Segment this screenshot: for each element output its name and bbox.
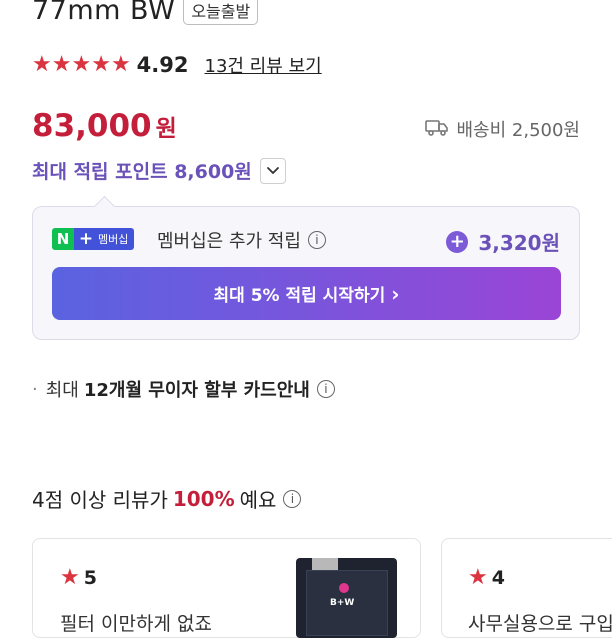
star-icon: ★ <box>32 52 52 77</box>
review-count-link[interactable]: 13건 리뷰 보기 <box>205 52 322 78</box>
rating-row: ★ ★ ★ ★ ★ 4.92 13건 리뷰 보기 <box>32 50 322 80</box>
chevron-right-icon: › <box>391 281 400 306</box>
review-card[interactable]: ★ 5 필터 이만하게 없죠 B+W <box>32 538 421 638</box>
summary-suffix: 예요 <box>239 488 277 512</box>
membership-points: + 3,320원 <box>446 227 560 256</box>
review-text: 사무실용으로 구입 <box>468 613 612 635</box>
review-summary: 4점 이상 리뷰가 100% 예요 i <box>32 484 302 513</box>
review-score-value: 5 <box>83 566 97 589</box>
installment-row: · 최대 12개월 무이자 할부 카드안내 i <box>32 376 335 402</box>
membership-box: N + 멤버십 멤버십은 추가 적립 i + 3,320원 최대 5% 적립 시… <box>32 206 580 340</box>
installment-prefix: 최대 <box>45 380 79 401</box>
review-score: ★ 5 <box>60 565 97 590</box>
rating-score: 4.92 <box>136 53 189 77</box>
info-icon[interactable]: i <box>307 231 326 249</box>
today-shipping-badge: 오늘출발 <box>183 0 259 25</box>
membership-text: 멤버십은 추가 적립 <box>157 231 301 252</box>
chevron-down-icon <box>266 166 279 174</box>
max-points-label: 최대 적립 포인트 8,600원 <box>32 161 252 183</box>
review-text: 필터 이만하게 없죠 <box>60 613 212 635</box>
points-expand-button[interactable] <box>259 157 286 184</box>
star-icon: ★ <box>91 52 111 77</box>
star-icon: ★ <box>110 52 131 77</box>
star-icon: ★ <box>60 565 80 590</box>
price-amount: 83,000 <box>32 108 152 144</box>
membership-text-row: 멤버십은 추가 적립 i <box>157 227 326 253</box>
review-card[interactable]: ★ 4 사무실용으로 구입 <box>441 538 612 638</box>
start-membership-button[interactable]: 최대 5% 적립 시작하기 › <box>52 267 561 320</box>
info-icon[interactable]: i <box>316 380 335 398</box>
review-score: ★ 4 <box>468 565 505 590</box>
truck-icon <box>424 118 449 141</box>
rating-stars: ★ ★ ★ ★ ★ <box>32 54 131 76</box>
product-title-row: 77mm BW 오늘출발 <box>32 0 259 28</box>
price-unit: 원 <box>155 116 177 142</box>
shipping-label: 배송비 2,500원 <box>456 120 581 141</box>
badge-n: N <box>52 228 74 250</box>
max-points-row: 최대 적립 포인트 8,600원 <box>32 157 286 184</box>
naver-plus-membership-badge: N + 멤버십 <box>52 228 135 250</box>
review-thumbnail[interactable]: B+W <box>296 558 397 638</box>
star-icon: ★ <box>51 52 72 77</box>
info-icon[interactable]: i <box>283 489 302 508</box>
installment-text: 12개월 무이자 할부 카드안내 <box>83 380 310 401</box>
badge-plus: + <box>74 228 98 250</box>
bullet-icon: · <box>32 378 38 400</box>
thumbnail-logo-dot <box>339 583 349 593</box>
shipping-fee: 배송비 2,500원 <box>424 116 581 142</box>
start-membership-label: 최대 5% 적립 시작하기 <box>213 286 386 306</box>
summary-percent: 100% <box>172 486 235 511</box>
price: 83,000 원 <box>32 108 177 144</box>
product-title: 77mm BW <box>32 0 176 26</box>
plus-circle-icon: + <box>446 230 469 253</box>
review-score-value: 4 <box>491 566 505 589</box>
star-icon: ★ <box>71 52 92 77</box>
star-icon: ★ <box>468 565 488 590</box>
thumbnail-logo: B+W <box>330 598 355 608</box>
membership-points-value: 3,320원 <box>478 231 560 255</box>
badge-label: 멤버십 <box>98 228 135 250</box>
summary-prefix: 4점 이상 리뷰가 <box>32 488 168 512</box>
